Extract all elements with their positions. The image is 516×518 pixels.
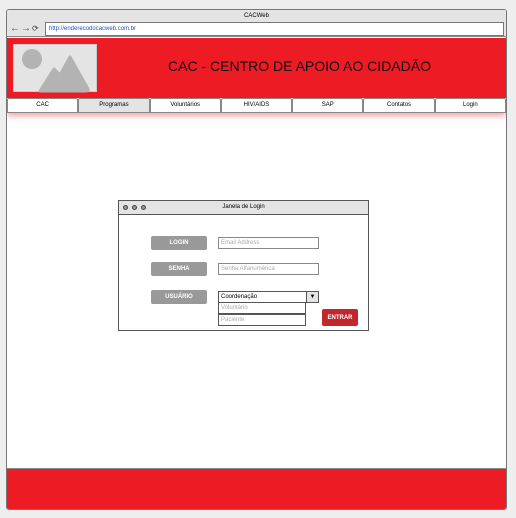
dialog-title: Janela de Login [222, 204, 265, 210]
email-input[interactable]: Email Address [218, 237, 319, 249]
nav-tab-cac[interactable]: CAC [7, 98, 79, 113]
logo-image-placeholder-icon [13, 44, 97, 93]
login-dialog: Janela de Login LOGIN Email Address SENH… [118, 200, 369, 331]
nav-tab-hiv-aids[interactable]: HIV/AIDS [220, 98, 293, 113]
reload-icon[interactable]: ⟳ [32, 24, 40, 33]
site-header: CAC - CENTRO DE APOIO AO CIDADÃO [7, 38, 506, 98]
login-label: LOGIN [151, 236, 207, 250]
option-paciente[interactable]: Paciente [218, 314, 306, 326]
browser-titlebar: CACWeb ←→⟳ http://enderecodocacweb.com.b… [7, 10, 506, 37]
nav-tab-programas[interactable]: Programas [78, 98, 150, 113]
site-footer [7, 468, 506, 509]
usuario-label: USUÁRIO [151, 290, 207, 304]
forward-icon[interactable]: → [21, 23, 32, 34]
nav-tab-sap[interactable]: SAP [292, 98, 364, 113]
option-voluntario[interactable]: Voluntário [218, 302, 306, 314]
url-bar[interactable]: http://enderecodocacweb.com.br [45, 22, 504, 36]
dialog-titlebar: Janela de Login [119, 201, 368, 215]
nav-tab-voluntarios[interactable]: Voluntários [149, 98, 221, 113]
select-value: Coordenação [221, 294, 258, 300]
site-title: CAC - CENTRO DE APOIO AO CIDADÃO [168, 58, 431, 74]
back-icon[interactable]: ← [10, 23, 21, 34]
window-title: CACWeb [244, 13, 269, 19]
senha-label: SENHA [151, 262, 207, 276]
nav-tab-login[interactable]: Login [434, 98, 506, 113]
main-nav: CAC Programas Voluntários HIV/AIDS SAP C… [7, 98, 506, 113]
chevron-down-icon[interactable]: ▼ [306, 291, 319, 303]
entrar-button[interactable]: ENTRAR [322, 309, 358, 326]
nav-tab-contatos[interactable]: Contatos [363, 98, 435, 113]
password-input[interactable]: Senha Alfanumérica [218, 263, 319, 275]
